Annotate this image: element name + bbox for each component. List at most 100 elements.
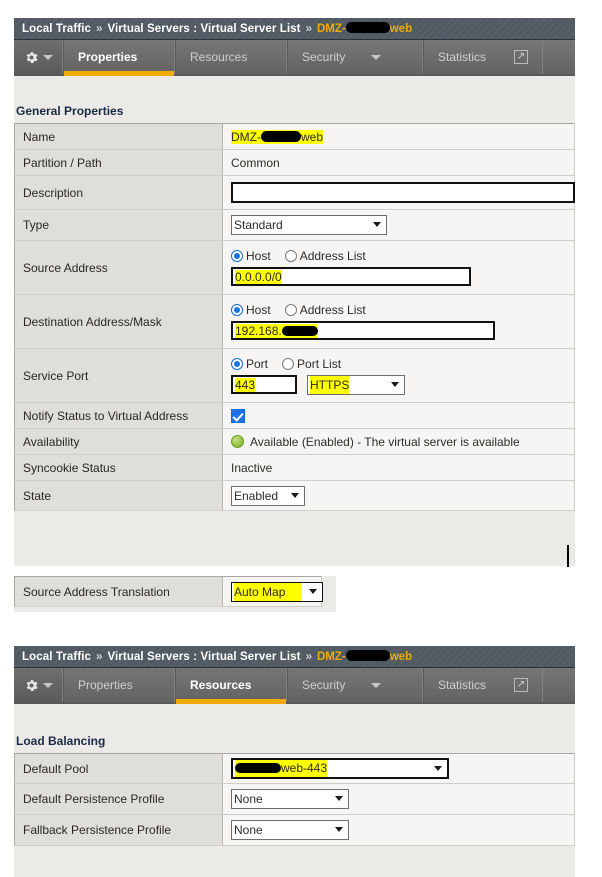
tab-security[interactable]: Security bbox=[287, 668, 423, 702]
tab-resources[interactable]: Resources bbox=[175, 40, 287, 74]
load-balancing-table: Default Pool web-443 Default Persistence… bbox=[14, 753, 575, 846]
service-port-input[interactable]: 443 bbox=[231, 375, 297, 394]
default-pool-select[interactable]: web-443 bbox=[231, 758, 449, 779]
tab-properties[interactable]: Properties bbox=[63, 40, 175, 76]
source-address-value: 0.0.0.0/0 bbox=[235, 270, 282, 284]
radio-destination-host[interactable] bbox=[231, 304, 243, 316]
breadcrumb-object-suffix: web bbox=[389, 650, 413, 663]
state-select[interactable]: Enabled bbox=[231, 485, 305, 506]
label-source-address-translation: Source Address Translation bbox=[14, 576, 223, 607]
radio-destination-address-list-label: Address List bbox=[299, 303, 366, 317]
value-default-pool: web-443 bbox=[222, 753, 575, 784]
breadcrumb-module[interactable]: Local Traffic bbox=[22, 651, 91, 663]
value-destination-address-mask: Host Address List 192.168. bbox=[222, 294, 575, 349]
virtual-server-properties-panel: Local Traffic » Virtual Servers : Virtua… bbox=[14, 18, 575, 566]
general-properties-heading: General Properties bbox=[16, 104, 124, 118]
radio-service-port-list[interactable] bbox=[282, 357, 295, 370]
label-fallback-persistence-profile: Fallback Persistence Profile bbox=[14, 814, 223, 846]
table-row-destination-address: Destination Address/Mask Host Address Li… bbox=[14, 294, 575, 349]
general-properties-table: Name DMZ-web Partition / Path Common Des… bbox=[14, 123, 575, 511]
tab-statistics-label: Statistics bbox=[438, 678, 487, 692]
value-notify-status bbox=[222, 402, 575, 429]
tab-statistics[interactable]: Statistics ↗ bbox=[423, 40, 543, 74]
label-type: Type bbox=[14, 209, 223, 241]
value-syncookie-status: Inactive bbox=[222, 454, 575, 481]
value-type: Standard bbox=[222, 209, 575, 241]
table-row-state: State Enabled bbox=[14, 480, 575, 511]
breadcrumb-separator-1: » bbox=[96, 22, 103, 35]
name-prefix: DMZ- bbox=[231, 129, 261, 144]
breadcrumb-separator-2: » bbox=[305, 22, 312, 35]
description-input[interactable] bbox=[231, 182, 575, 203]
service-port-value: 443 bbox=[235, 378, 256, 392]
destination-prefix: 192.168. bbox=[235, 324, 282, 338]
radio-source-host-label: Host bbox=[246, 249, 271, 263]
source-address-input[interactable]: 0.0.0.0/0 bbox=[231, 267, 471, 286]
value-partition-path: Common bbox=[222, 149, 575, 176]
load-balancing-heading: Load Balancing bbox=[16, 734, 106, 748]
breadcrumb-section[interactable]: Virtual Servers : Virtual Server List bbox=[107, 651, 300, 663]
redaction-bar bbox=[281, 325, 318, 336]
chevron-down-icon bbox=[371, 682, 382, 688]
table-row-description: Description bbox=[14, 175, 575, 210]
gear-icon bbox=[24, 678, 39, 693]
breadcrumb-object-prefix: DMZ- bbox=[316, 22, 346, 35]
label-syncookie-status: Syncookie Status bbox=[14, 454, 223, 481]
destination-address-input[interactable]: 192.168. bbox=[231, 321, 495, 340]
value-name: DMZ-web bbox=[222, 123, 575, 150]
external-link-icon[interactable]: ↗ bbox=[514, 50, 528, 64]
label-description: Description bbox=[14, 175, 223, 210]
service-port-select[interactable]: HTTPS bbox=[307, 374, 405, 395]
source-address-radio-group: Host Address List bbox=[231, 249, 566, 263]
breadcrumb-module[interactable]: Local Traffic bbox=[22, 23, 91, 35]
caret-down-icon bbox=[42, 682, 53, 688]
gear-icon bbox=[24, 50, 39, 65]
fallback-persistence-profile-select[interactable]: None bbox=[231, 820, 349, 840]
source-address-translation-value: Auto Map bbox=[234, 582, 302, 601]
label-state: State bbox=[14, 480, 223, 511]
label-destination-address-mask: Destination Address/Mask bbox=[14, 294, 223, 349]
default-persistence-profile-select[interactable]: None bbox=[231, 789, 349, 809]
tab-properties[interactable]: Properties bbox=[63, 668, 175, 702]
tab-menu-button[interactable] bbox=[14, 668, 63, 702]
status-available-green-icon bbox=[231, 435, 244, 448]
tab-resources-label: Resources bbox=[190, 678, 252, 692]
virtual-server-resources-panel: Local Traffic » Virtual Servers : Virtua… bbox=[14, 646, 575, 877]
label-name: Name bbox=[14, 123, 223, 150]
external-link-icon[interactable]: ↗ bbox=[514, 678, 528, 692]
value-source-address: Host Address List 0.0.0.0/0 bbox=[222, 240, 575, 295]
notify-status-checkbox[interactable] bbox=[231, 408, 245, 423]
source-address-translation-table: Source Address Translation Auto Map bbox=[14, 576, 323, 607]
source-address-translation-select[interactable]: Auto Map bbox=[231, 581, 323, 602]
tab-resources[interactable]: Resources bbox=[175, 668, 287, 704]
tab-statistics[interactable]: Statistics ↗ bbox=[423, 668, 543, 702]
table-row-notify-status: Notify Status to Virtual Address bbox=[14, 402, 575, 429]
radio-service-port[interactable] bbox=[231, 357, 243, 370]
default-pool-suffix: web-443 bbox=[281, 761, 328, 775]
tab-menu-button[interactable] bbox=[14, 40, 63, 74]
radio-source-host[interactable] bbox=[231, 250, 243, 262]
tab-resources-label: Resources bbox=[190, 50, 248, 64]
name-value-highlight: DMZ-web bbox=[231, 129, 324, 144]
state-select-value: Enabled bbox=[234, 488, 279, 503]
value-fallback-persistence-profile: None bbox=[222, 814, 575, 846]
radio-source-address-list[interactable] bbox=[284, 250, 297, 262]
breadcrumb-section[interactable]: Virtual Servers : Virtual Server List bbox=[107, 23, 300, 35]
redaction-bar bbox=[345, 649, 390, 661]
table-row-source-address: Source Address Host Address List 0.0.0.0… bbox=[14, 240, 575, 295]
redaction-bar bbox=[235, 762, 281, 773]
breadcrumb: Local Traffic » Virtual Servers : Virtua… bbox=[14, 646, 575, 668]
radio-source-address-list-label: Address List bbox=[299, 249, 366, 263]
type-select[interactable]: Standard bbox=[231, 215, 387, 235]
value-availability: Available (Enabled) - The virtual server… bbox=[222, 428, 575, 455]
label-default-pool: Default Pool bbox=[14, 753, 223, 784]
radio-destination-address-list[interactable] bbox=[284, 304, 297, 316]
panel-edge-marker bbox=[567, 545, 569, 567]
radio-service-port-label: Port bbox=[246, 356, 269, 371]
tab-strip: Properties Resources Security Statistics… bbox=[14, 668, 575, 704]
tab-security[interactable]: Security bbox=[287, 40, 423, 74]
fallback-persistence-profile-value: None bbox=[234, 823, 263, 837]
label-source-address: Source Address bbox=[14, 240, 223, 295]
chevron-down-icon bbox=[434, 765, 442, 771]
tab-properties-label: Properties bbox=[78, 678, 133, 692]
